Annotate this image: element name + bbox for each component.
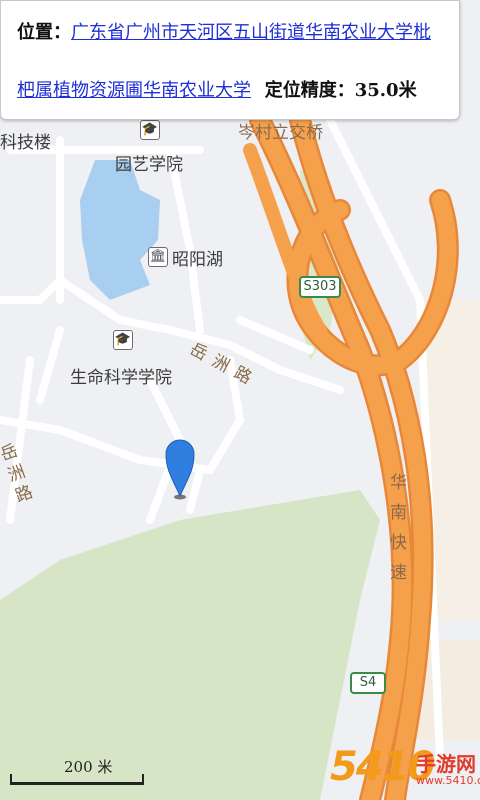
scale-line [10,782,144,785]
road-label-huanan-expressway: 华南快速 [390,473,407,583]
landmark-icon: 🏛 [148,247,168,267]
address-row: 位置：广东省广州市天河区五山街道华南农业大学枇 [17,19,431,47]
highway-shield-s303: S303 [299,276,341,298]
poi-zhaoyang-lake[interactable]: 昭阳湖 [172,245,223,270]
address-link-line2[interactable]: 杷属植物资源圃华南农业大学 [17,80,251,101]
location-info-card: 位置：广东省广州市天河区五山街道华南农业大学枇 杷属植物资源圃华南农业大学 定位… [0,0,460,120]
location-label: 位置： [17,22,71,43]
highway-shield-s4: S4 [350,672,386,694]
graduation-cap-icon: 🎓 [140,120,160,140]
scale-bar: 200 米 [10,756,144,786]
address-link-line1[interactable]: 广东省广州市天河区五山街道华南农业大学枇 [71,22,431,43]
watermark-logo: 5410 手游网 www.5410.com [330,744,480,800]
poi-life-science-college[interactable]: 生命科学学院 [70,363,172,388]
accuracy-label: 定位精度： [264,80,355,101]
road-label-cuncun-bridge: 岑村立交桥 [238,123,323,143]
accuracy-value: 35.0米 [354,80,417,101]
scale-label: 200 米 [64,758,113,776]
scale-tick-right [142,774,144,784]
poi-science-building[interactable]: 科技楼 [0,128,51,153]
address-accuracy-row: 杷属植物资源圃华南农业大学 定位精度：35.0米 [17,77,417,105]
poi-horticulture-college[interactable]: 园艺学院 [115,150,183,175]
watermark-url: www.5410.com [416,774,480,787]
graduation-cap-icon: 🎓 [113,330,133,350]
watermark-site-name: 手游网 [416,752,476,776]
